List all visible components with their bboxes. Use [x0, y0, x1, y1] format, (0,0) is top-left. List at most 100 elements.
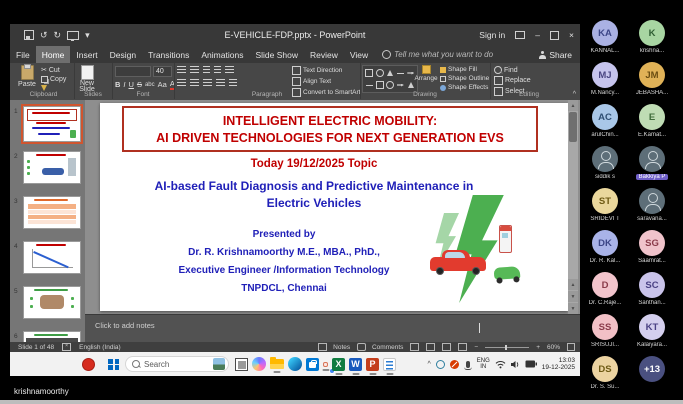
sync-tray-icon[interactable]	[436, 360, 445, 369]
tab-animations[interactable]: Animations	[195, 46, 249, 63]
italic-button[interactable]: I	[123, 80, 125, 89]
arrange-button[interactable]: Arrange	[416, 65, 436, 82]
reading-view-icon[interactable]	[442, 343, 451, 351]
align-right-icon[interactable]	[203, 79, 212, 87]
comments-toggle[interactable]: Comments	[357, 343, 403, 351]
participant-avatar[interactable]	[592, 146, 618, 172]
slide-title-line1[interactable]: INTELLIGENT ELECTRIC MOBILITY:	[124, 114, 536, 128]
bold-button[interactable]: B	[115, 80, 120, 89]
slide-presenter-name[interactable]: Dr. R. Krishnamoorthy M.E., MBA., PhD.,	[100, 247, 468, 258]
powerpoint-icon[interactable]: P	[366, 358, 379, 371]
replace-button[interactable]: Replace	[494, 76, 531, 85]
slideshow-view-icon[interactable]	[458, 343, 467, 351]
notification-badge-icon[interactable]	[82, 358, 95, 371]
close-icon[interactable]: ×	[569, 30, 574, 40]
shape-effects-button[interactable]: Shape Effects	[440, 84, 489, 91]
slide-thumbnail-3[interactable]	[23, 196, 81, 229]
strikethrough-button[interactable]: S	[137, 80, 142, 89]
numbering-icon[interactable]	[190, 66, 199, 74]
minimize-icon[interactable]: –	[535, 30, 540, 40]
excel-icon[interactable]: X	[332, 358, 345, 371]
slide-thumbnail-1[interactable]	[23, 106, 81, 142]
slide-thumbnail-panel[interactable]: 1 2 3	[10, 100, 85, 342]
qat-dropdown-icon[interactable]: ▾	[85, 30, 90, 41]
slide-thumbnail-5[interactable]	[23, 286, 81, 319]
participant-avatar[interactable]: K	[639, 20, 665, 46]
participant-avatar[interactable]: KA	[592, 20, 618, 46]
tab-home[interactable]: Home	[36, 46, 71, 63]
maximize-icon[interactable]	[550, 31, 559, 40]
participant-avatar[interactable]: DS	[592, 356, 618, 382]
copy-button[interactable]: Copy	[41, 76, 66, 83]
tab-review[interactable]: Review	[304, 46, 344, 63]
shape-fill-button[interactable]: Shape Fill	[440, 66, 489, 73]
tab-file[interactable]: File	[10, 46, 36, 63]
slide-thumbnail-2[interactable]	[23, 151, 81, 184]
battery-icon[interactable]	[525, 360, 537, 368]
task-view-icon[interactable]	[235, 358, 248, 371]
columns-icon[interactable]	[229, 79, 237, 87]
cut-button[interactable]: ✂Cut	[41, 66, 66, 74]
scrollbar-thumb[interactable]	[569, 112, 577, 142]
scroll-up-icon[interactable]: ▲	[568, 100, 578, 111]
slide-organization[interactable]: TNPDCL, Chennai	[100, 283, 468, 294]
share-button[interactable]: Share	[539, 46, 572, 63]
participant-avatar[interactable]: +13	[639, 356, 665, 382]
find-button[interactable]: Find	[494, 66, 531, 74]
participant-avatar[interactable]	[639, 188, 665, 214]
tell-me-box[interactable]: Tell me what you want to do	[382, 46, 493, 63]
shape-outline-button[interactable]: Shape Outline	[440, 75, 489, 82]
notes-toggle[interactable]: Notes	[318, 343, 350, 351]
tab-slide-show[interactable]: Slide Show	[249, 46, 304, 63]
notes-pane[interactable]: Click to add notes	[85, 314, 580, 342]
participant-avatar[interactable]: AC	[592, 104, 618, 130]
participant-avatar[interactable]	[639, 146, 665, 172]
align-text-button[interactable]: Align Text	[292, 77, 360, 86]
zoom-slider[interactable]	[485, 347, 529, 348]
sign-in-link[interactable]: Sign in	[479, 30, 505, 40]
word-icon[interactable]: W	[349, 358, 362, 371]
edge-icon[interactable]	[288, 357, 302, 371]
text-direction-button[interactable]: Text Direction	[292, 66, 360, 75]
slide-thumbnail-4[interactable]	[23, 241, 81, 274]
undo-icon[interactable]: ↺	[40, 30, 48, 41]
slide-canvas[interactable]: INTELLIGENT ELECTRIC MOBILITY: AI DRIVEN…	[100, 103, 568, 311]
save-icon[interactable]	[24, 30, 34, 40]
slide-title-line2[interactable]: AI DRIVEN TECHNOLOGIES FOR NEXT GENERATI…	[124, 131, 536, 145]
volume-icon[interactable]	[511, 360, 520, 369]
participant-avatar[interactable]: E	[639, 104, 665, 130]
slide-title-box[interactable]: INTELLIGENT ELECTRIC MOBILITY: AI DRIVEN…	[122, 106, 538, 152]
zoom-slider-thumb[interactable]	[505, 345, 507, 350]
spellcheck-icon[interactable]: ×	[62, 343, 71, 351]
tray-chevron-icon[interactable]: ^	[427, 361, 430, 368]
underline-button[interactable]: U	[129, 80, 134, 89]
input-language[interactable]: ENGIN	[477, 358, 490, 370]
line-spacing-icon[interactable]	[225, 66, 234, 74]
font-name-combo[interactable]	[115, 66, 151, 77]
participant-avatar[interactable]: MJ	[592, 62, 618, 88]
participant-avatar[interactable]: D	[592, 272, 618, 298]
zoom-out-icon[interactable]: −	[474, 344, 478, 351]
tab-design[interactable]: Design	[104, 46, 142, 63]
scroll-down-icon[interactable]: ▼	[568, 303, 578, 314]
file-explorer-icon[interactable]	[270, 359, 284, 369]
decrease-indent-icon[interactable]	[203, 66, 210, 74]
start-slideshow-icon[interactable]	[67, 31, 79, 40]
participant-avatar[interactable]: SC	[639, 272, 665, 298]
character-spacing-button[interactable]: abc	[145, 82, 155, 88]
participant-avatar[interactable]: KT	[639, 314, 665, 340]
bullets-icon[interactable]	[177, 66, 186, 74]
zoom-level[interactable]: 60%	[547, 344, 560, 351]
slide-topic-heading[interactable]: Today 19/12/2025 Topic	[100, 158, 528, 170]
participant-avatar[interactable]: SG	[639, 230, 665, 256]
wifi-icon[interactable]	[495, 360, 506, 369]
vertical-scrollbar[interactable]: ▲ ▲ ▼ ▼	[568, 100, 578, 314]
microphone-tray-icon[interactable]	[466, 361, 470, 368]
normal-view-icon[interactable]	[410, 343, 419, 351]
ribbon-display-options-icon[interactable]	[515, 31, 525, 39]
notes-app-icon[interactable]	[383, 358, 396, 371]
change-case-button[interactable]: Aa	[158, 80, 167, 89]
microsoft-store-icon[interactable]	[306, 358, 319, 371]
slide-sorter-view-icon[interactable]	[426, 343, 435, 351]
redo-icon[interactable]: ↻	[54, 30, 62, 41]
